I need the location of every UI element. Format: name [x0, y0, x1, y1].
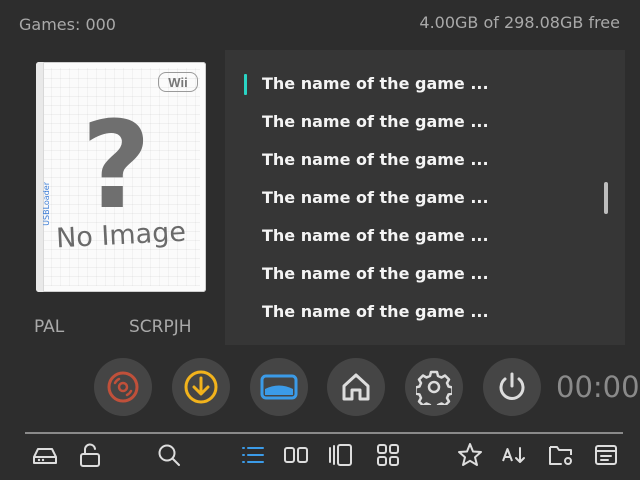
grid-four-icon: [377, 444, 399, 466]
free-space: 4.00GB of 298.08GB free: [419, 13, 620, 32]
list-item[interactable]: The name of the game ...: [262, 150, 489, 169]
install-button[interactable]: [172, 358, 230, 416]
power-icon: [499, 372, 525, 400]
folder-settings-icon: [549, 446, 572, 465]
list-item[interactable]: The name of the game ...: [262, 112, 489, 131]
file-manager-icon: [595, 445, 617, 465]
list-item[interactable]: The name of the game ...: [262, 74, 489, 93]
game-region: PAL: [34, 317, 65, 337]
hdd-button[interactable]: [31, 441, 59, 469]
list-scrollbar[interactable]: [604, 182, 608, 214]
home-button[interactable]: [327, 358, 385, 416]
category-button[interactable]: [547, 441, 575, 469]
search-icon: [158, 444, 180, 466]
search-button[interactable]: [155, 441, 183, 469]
disc-button[interactable]: [94, 358, 152, 416]
game-id: SCRPJH: [129, 317, 192, 337]
carousel-view-icon: [329, 444, 352, 466]
settings-button[interactable]: [405, 358, 463, 416]
sort-az-icon: [502, 447, 525, 463]
sort-button[interactable]: [500, 441, 528, 469]
unlock-button[interactable]: [76, 441, 104, 469]
carousel-view-button[interactable]: [327, 441, 355, 469]
games-count: Games: 000: [19, 15, 116, 34]
settings-gear-icon: [416, 370, 452, 405]
disc-icon: [107, 371, 139, 403]
toolbar-separator: [25, 432, 623, 434]
grid-four-view-button[interactable]: [374, 441, 402, 469]
power-button[interactable]: [483, 358, 541, 416]
cover-spine: [36, 62, 44, 292]
spine-text: USBLoader: [42, 182, 51, 226]
home-icon: [342, 373, 370, 401]
wiiware-button[interactable]: [250, 358, 308, 416]
list-item[interactable]: The name of the game ...: [262, 188, 489, 207]
clock: 00:00: [556, 370, 640, 404]
favorites-button[interactable]: [456, 441, 484, 469]
wiiware-channel-icon: [260, 374, 298, 400]
selection-cursor: [244, 74, 247, 95]
list-item[interactable]: The name of the game ...: [262, 226, 489, 245]
list-view-button[interactable]: [239, 441, 267, 469]
question-mark-icon: ?: [81, 97, 151, 236]
grid-two-icon: [284, 447, 308, 463]
game-list[interactable]: The name of the game ... The name of the…: [225, 50, 625, 345]
wii-logo: Wii: [158, 72, 198, 92]
hdd-icon: [33, 448, 57, 464]
file-manager-button[interactable]: [592, 441, 620, 469]
unlock-icon: [80, 443, 100, 467]
list-view-icon: [242, 447, 264, 463]
favorite-star-icon: [458, 443, 482, 466]
grid-view-button[interactable]: [282, 441, 310, 469]
download-icon: [184, 370, 218, 404]
list-item[interactable]: The name of the game ...: [262, 264, 489, 283]
game-cover: USBLoader Wii ? No Image: [36, 62, 206, 292]
list-item[interactable]: The name of the game ...: [262, 302, 489, 321]
